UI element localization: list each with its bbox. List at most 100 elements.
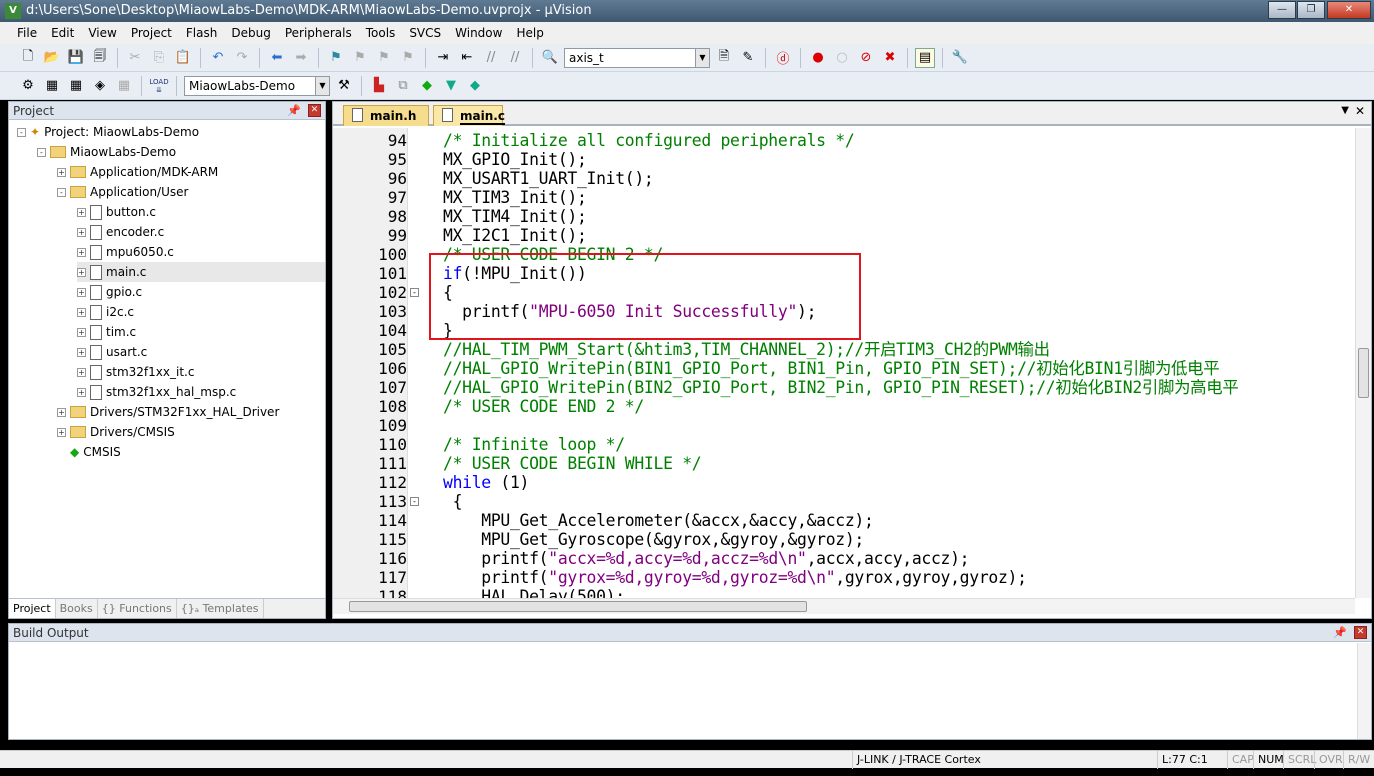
window-layout-icon[interactable]: ▤	[915, 47, 935, 68]
menu-edit[interactable]: Edit	[44, 26, 81, 40]
batch-build-icon[interactable]: ◈	[90, 76, 110, 96]
menu-project[interactable]: Project	[124, 26, 179, 40]
expand-icon[interactable]: +	[57, 427, 66, 437]
disable-all-breakpoints-icon[interactable]: ⊘	[856, 48, 876, 68]
expand-icon[interactable]: +	[77, 267, 86, 277]
expand-icon[interactable]: +	[77, 227, 86, 237]
undo-icon[interactable]: ↶	[208, 48, 228, 68]
unindent-icon[interactable]: ⇤	[457, 48, 477, 68]
open-folder-icon[interactable]: 📂	[42, 48, 62, 68]
rebuild-icon[interactable]: ▦	[66, 76, 86, 96]
stop-build-icon[interactable]: ▦	[114, 76, 134, 96]
comment-icon[interactable]: //	[481, 48, 501, 68]
configure-icon[interactable]: 🔧	[950, 48, 970, 68]
tree-item[interactable]: + main.c	[77, 262, 325, 282]
scroll-thumb[interactable]	[1358, 348, 1369, 398]
manage-components-icon[interactable]: ▙	[369, 76, 389, 96]
kill-breakpoints-icon[interactable]: ✖	[880, 48, 900, 68]
copy-icon[interactable]: ⎘	[149, 48, 169, 68]
tree-item[interactable]: + Drivers/CMSIS	[57, 422, 175, 442]
close-window-button[interactable]: ✕	[1327, 1, 1371, 19]
tab-main-h[interactable]: main.h	[343, 105, 429, 126]
panel-tab-books[interactable]: Books	[56, 599, 98, 618]
incremental-find-icon[interactable]: ✎	[738, 48, 758, 68]
menu-file[interactable]: File	[10, 26, 44, 40]
horizontal-scrollbar[interactable]	[333, 598, 1355, 614]
panel-tab-templates[interactable]: {}ₐ Templates	[177, 599, 264, 618]
scroll-thumb[interactable]	[349, 601, 807, 612]
clear-bookmarks-icon[interactable]: ⚑	[398, 48, 418, 68]
translate-icon[interactable]: ⚙	[18, 76, 38, 96]
cut-icon[interactable]: ✂	[125, 48, 145, 68]
close-panel-icon[interactable]: ✕	[1354, 626, 1367, 639]
bookmark-icon[interactable]: ⚑	[326, 48, 346, 68]
menu-view[interactable]: View	[81, 26, 123, 40]
tree-item[interactable]: + Application/MDK-ARM	[57, 162, 218, 182]
uncomment-icon[interactable]: //	[505, 48, 525, 68]
find-in-files-icon[interactable]: 🔍	[540, 48, 560, 68]
pin-icon[interactable]: 📌	[287, 102, 301, 120]
tree-item[interactable]: + stm32f1xx_hal_msp.c	[77, 382, 236, 402]
expand-icon[interactable]: +	[77, 387, 86, 397]
select-packs-icon[interactable]: ⧉	[393, 76, 413, 96]
pack-installer-icon[interactable]: ▼	[441, 76, 461, 96]
maximize-button[interactable]: ❐	[1297, 1, 1325, 19]
tree-item[interactable]: + gpio.c	[77, 282, 142, 302]
tree-item[interactable]: + Drivers/STM32F1xx_HAL_Driver	[57, 402, 279, 422]
tree-item[interactable]: - Application/User	[57, 182, 188, 202]
minimize-button[interactable]: —	[1268, 1, 1296, 19]
menu-debug[interactable]: Debug	[224, 26, 277, 40]
tree-item[interactable]: - ✦ Project: MiaowLabs-Demo	[17, 122, 199, 142]
save-all-icon[interactable]: 🗐	[90, 48, 110, 68]
tree-item[interactable]: + stm32f1xx_it.c	[77, 362, 194, 382]
navigate-back-icon[interactable]: ⬅	[267, 48, 287, 68]
menu-window[interactable]: Window	[448, 26, 509, 40]
navigate-forward-icon[interactable]: ➡	[291, 48, 311, 68]
target-combo[interactable]: MiaowLabs-Demo ▼	[184, 75, 330, 96]
load-icon[interactable]: LOAD ⇊	[149, 76, 169, 96]
software-packs-icon[interactable]: ◆	[465, 76, 485, 96]
paste-icon[interactable]: 📋	[173, 48, 193, 68]
prev-bookmark-icon[interactable]: ⚑	[350, 48, 370, 68]
expand-icon[interactable]: +	[77, 287, 86, 297]
redo-icon[interactable]: ↷	[232, 48, 252, 68]
tab-main-c[interactable]: main.c	[433, 105, 505, 126]
expand-icon[interactable]: +	[77, 307, 86, 317]
collapse-icon[interactable]: -	[57, 187, 66, 197]
close-tab-icon[interactable]: ✕	[1355, 104, 1365, 118]
debug-session-icon[interactable]: ⓓ	[773, 48, 793, 68]
save-icon[interactable]: 💾	[66, 48, 86, 68]
pin-icon[interactable]: 📌	[1333, 624, 1347, 642]
tree-item[interactable]: + encoder.c	[77, 222, 164, 242]
menu-svcs[interactable]: SVCS	[402, 26, 448, 40]
expand-icon[interactable]: +	[57, 407, 66, 417]
expand-icon[interactable]: +	[77, 207, 86, 217]
expand-icon[interactable]: +	[77, 327, 86, 337]
build-icon[interactable]: ▦	[42, 76, 62, 96]
code-area[interactable]: /* Initialize all configured peripherals…	[333, 128, 1355, 598]
next-bookmark-icon[interactable]: ⚑	[374, 48, 394, 68]
tree-item[interactable]: + usart.c	[77, 342, 147, 362]
expand-icon[interactable]: +	[77, 367, 86, 377]
menu-tools[interactable]: Tools	[359, 26, 403, 40]
vertical-scrollbar[interactable]	[1355, 128, 1371, 598]
expand-icon[interactable]: +	[77, 347, 86, 357]
tree-item[interactable]: ◆ CMSIS	[57, 442, 121, 462]
target-options-icon[interactable]: ⚒	[334, 76, 354, 96]
disable-breakpoint-icon[interactable]: ○	[832, 48, 852, 68]
menu-peripherals[interactable]: Peripherals	[278, 26, 359, 40]
tree-item[interactable]: + mpu6050.c	[77, 242, 174, 262]
menu-help[interactable]: Help	[509, 26, 550, 40]
tab-list-icon[interactable]: ▼	[1341, 105, 1349, 116]
new-file-icon[interactable]: 🗋	[18, 48, 38, 68]
find-icon[interactable]: 🗎	[714, 48, 734, 68]
collapse-icon[interactable]: -	[17, 127, 26, 137]
tree-item[interactable]: + button.c	[77, 202, 156, 222]
expand-icon[interactable]: +	[77, 247, 86, 257]
vertical-scrollbar[interactable]	[1357, 643, 1371, 739]
tree-item[interactable]: + i2c.c	[77, 302, 134, 322]
manage-rte-icon[interactable]: ◆	[417, 76, 437, 96]
close-panel-icon[interactable]: ✕	[308, 104, 321, 117]
tree-item[interactable]: - MiaowLabs-Demo	[37, 142, 176, 162]
expand-icon[interactable]: +	[57, 167, 66, 177]
